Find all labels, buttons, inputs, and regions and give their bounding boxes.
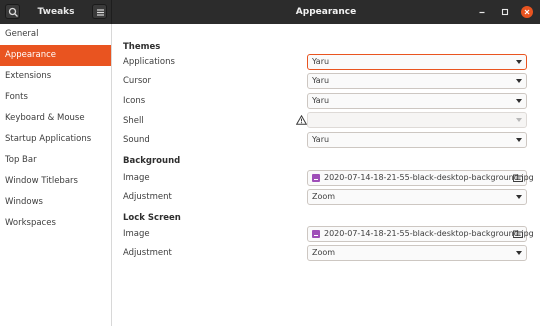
header-left: Tweaks [0, 0, 112, 24]
sidebar-item-window-titlebars[interactable]: Window Titlebars [0, 171, 111, 192]
sidebar-item-windows[interactable]: Windows [0, 192, 111, 213]
sidebar-item-workspaces[interactable]: Workspaces [0, 213, 111, 234]
background-adjustment-select[interactable]: Zoom [307, 189, 527, 205]
icons-label: Icons [123, 96, 146, 106]
sidebar-item-startup-applications[interactable]: Startup Applications [0, 129, 111, 150]
applications-theme-value: Yaru [312, 57, 330, 66]
app-title: Tweaks [37, 7, 75, 17]
background-image-filename: 2020-07-14-18-21-55-black-desktop-backgr… [324, 173, 534, 182]
folder-icon [513, 230, 523, 238]
close-icon [524, 9, 530, 15]
image-file-icon [312, 230, 320, 238]
lock-screen-image-chooser[interactable]: 2020-07-14-18-21-55-black-desktop-backgr… [307, 226, 534, 242]
warning-icon [296, 115, 307, 125]
search-button[interactable] [5, 4, 20, 19]
sidebar-item-appearance[interactable]: Appearance [0, 45, 111, 66]
sidebar-item-extensions[interactable]: Extensions [0, 66, 111, 87]
themes-heading: Themes [123, 42, 161, 52]
close-button[interactable] [521, 6, 533, 18]
chevron-down-icon [516, 118, 522, 122]
minimize-button[interactable] [476, 6, 488, 18]
lock-screen-image-filename: 2020-07-14-18-21-55-black-desktop-backgr… [324, 229, 534, 238]
shell-label: Shell [123, 116, 144, 126]
image-file-icon [312, 174, 320, 182]
sidebar-item-keyboard-mouse[interactable]: Keyboard & Mouse [0, 108, 111, 129]
chevron-down-icon [516, 195, 522, 199]
applications-theme-select[interactable]: Yaru [307, 54, 527, 70]
menu-button[interactable] [92, 4, 107, 19]
appearance-panel: Themes Applications Yaru Cursor Yaru Ico… [113, 24, 540, 326]
hamburger-icon [97, 9, 104, 16]
lock-screen-heading: Lock Screen [123, 213, 181, 223]
cursor-label: Cursor [123, 76, 151, 86]
icons-theme-select[interactable]: Yaru [307, 93, 527, 109]
background-adjustment-value: Zoom [312, 192, 336, 201]
background-heading: Background [123, 156, 181, 166]
sidebar-item-top-bar[interactable]: Top Bar [0, 150, 111, 171]
lock-screen-adjustment-label: Adjustment [123, 248, 172, 258]
lock-screen-image-label: Image [123, 229, 150, 239]
lock-screen-adjustment-value: Zoom [312, 248, 336, 257]
sidebar-item-general[interactable]: General [0, 24, 111, 45]
folder-icon [513, 174, 523, 182]
chevron-down-icon [516, 79, 522, 83]
applications-label: Applications [123, 57, 175, 67]
chevron-down-icon [516, 251, 522, 255]
search-icon [8, 7, 18, 17]
chevron-down-icon [516, 60, 522, 64]
background-image-chooser[interactable]: 2020-07-14-18-21-55-black-desktop-backgr… [307, 170, 534, 186]
cursor-theme-select[interactable]: Yaru [307, 73, 527, 89]
sidebar-item-fonts[interactable]: Fonts [0, 87, 111, 108]
sound-theme-value: Yaru [312, 135, 330, 144]
cursor-theme-value: Yaru [312, 76, 330, 85]
maximize-icon [501, 8, 509, 16]
chevron-down-icon [516, 99, 522, 103]
minimize-icon [479, 11, 485, 14]
icons-theme-value: Yaru [312, 96, 330, 105]
background-adjustment-label: Adjustment [123, 192, 172, 202]
chevron-down-icon [516, 138, 522, 142]
sound-label: Sound [123, 135, 150, 145]
maximize-button[interactable] [499, 6, 511, 18]
background-image-label: Image [123, 173, 150, 183]
lock-screen-adjustment-select[interactable]: Zoom [307, 245, 527, 261]
shell-theme-select[interactable] [307, 112, 527, 128]
header-bar: Tweaks Appearance [0, 0, 540, 24]
sound-theme-select[interactable]: Yaru [307, 132, 527, 148]
sidebar: General Appearance Extensions Fonts Keyb… [0, 24, 112, 326]
